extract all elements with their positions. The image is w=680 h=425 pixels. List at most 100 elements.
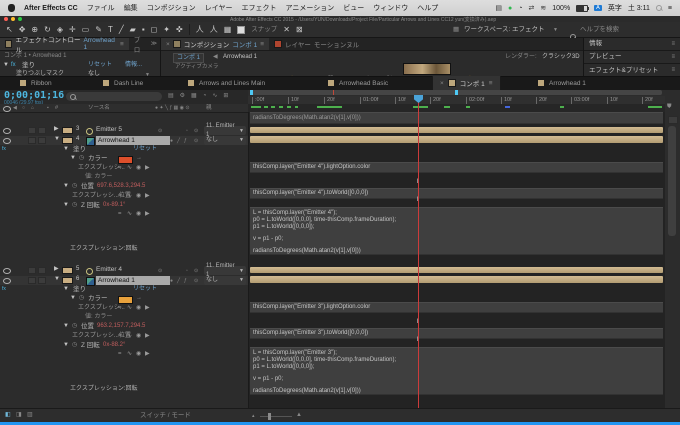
effect-about-link[interactable]: 情報... bbox=[125, 62, 142, 69]
type-tool[interactable]: T bbox=[108, 23, 113, 37]
expand-icon[interactable]: ▶ bbox=[54, 126, 59, 133]
audio-column-icon[interactable]: ◀ bbox=[13, 105, 17, 111]
source-name-column-header[interactable]: ソース名 bbox=[88, 105, 110, 111]
expression-menu-icon[interactable]: ▶ bbox=[145, 305, 150, 312]
switch-cell[interactable] bbox=[38, 277, 46, 284]
comp-marker-icon[interactable]: ⛊ bbox=[667, 104, 672, 111]
layer-duration-bar[interactable] bbox=[250, 276, 663, 283]
snap-checkbox[interactable] bbox=[237, 26, 245, 34]
snap-option-icon[interactable]: ✕ bbox=[283, 23, 290, 37]
expand-icon[interactable]: ▶ bbox=[54, 266, 59, 273]
table-row-selected[interactable]: ▼ 4 Arrowhead 1 ● ╱ ƒ ⊙ なし▼ bbox=[0, 136, 248, 145]
timeline-search-input[interactable] bbox=[66, 92, 162, 101]
line-tool[interactable]: ╱ bbox=[119, 23, 124, 37]
renderer-value[interactable]: クラシック3D bbox=[542, 54, 580, 61]
switch-cell[interactable] bbox=[28, 127, 36, 134]
expression-enable-icon[interactable]: = bbox=[118, 351, 122, 358]
expand-transfer-controls-icon[interactable]: ◨ bbox=[16, 412, 22, 419]
expression-row-rotation[interactable]: = ∿ ◉ ▶ bbox=[0, 211, 248, 220]
menu-animation[interactable]: アニメーション bbox=[285, 3, 334, 13]
switch-cell[interactable] bbox=[28, 277, 36, 284]
effect-row[interactable]: fx ▼ 塗り リセット bbox=[0, 146, 248, 155]
expression-menu-icon[interactable]: ▶ bbox=[145, 193, 150, 200]
tab-arrowhead-basic[interactable]: Arrowhead Basic bbox=[320, 76, 395, 90]
switch-icon[interactable]: ƒ bbox=[184, 278, 187, 284]
expression-graph-icon[interactable]: ∿ bbox=[127, 193, 132, 200]
rotation-value[interactable]: 0x-89.1° bbox=[103, 202, 125, 209]
switches-modes-toggle[interactable]: スイッチ / モード bbox=[140, 412, 191, 420]
puppet-pin-tool[interactable]: ✜ bbox=[176, 23, 183, 37]
spotlight-icon[interactable] bbox=[656, 5, 662, 11]
grid-tool-icon[interactable]: ▦ bbox=[224, 23, 232, 37]
stopwatch-icon[interactable]: ◷ bbox=[72, 202, 77, 209]
minimize-window-button[interactable] bbox=[11, 17, 15, 21]
switch-cell[interactable] bbox=[38, 127, 46, 134]
expression-enable-icon[interactable]: = bbox=[118, 211, 122, 218]
menu-edit[interactable]: 編集 bbox=[124, 3, 138, 13]
panel-menu-icon[interactable]: ≡ bbox=[120, 41, 124, 48]
shape-tool[interactable]: ▭ bbox=[82, 23, 90, 37]
effect-reset-link[interactable]: リセット bbox=[88, 62, 112, 69]
expression-row-rotation[interactable]: = ∿ ◉ ▶ bbox=[0, 351, 248, 360]
switch-icon[interactable]: ⊙ bbox=[194, 138, 198, 144]
expression-row-color[interactable]: エクスプレッシ... = ∿ ◉ ▶ bbox=[0, 305, 248, 314]
tab-arrowhead-1[interactable]: Arrowhead 1 bbox=[530, 76, 593, 90]
expression-field-position[interactable]: thisComp.layer("Emitter 3").toWorld([0,0… bbox=[250, 328, 663, 339]
zoom-out-mountain-icon[interactable]: ▴ bbox=[252, 413, 255, 419]
switch-icon[interactable]: ● bbox=[170, 138, 173, 144]
layer-duration-bar[interactable] bbox=[250, 267, 663, 274]
switch-icon[interactable]: ⊙ bbox=[158, 128, 162, 134]
help-search-input[interactable]: ヘルプを検索 bbox=[580, 26, 619, 34]
parent-dropdown[interactable]: 11. Emitter 1▼ bbox=[204, 266, 246, 275]
menu-help[interactable]: ヘルプ bbox=[417, 3, 438, 13]
eraser-tool[interactable]: ◻ bbox=[151, 23, 158, 37]
effect-name[interactable]: 塗り bbox=[22, 62, 35, 70]
puppet-figure-icon-2[interactable]: 人 bbox=[210, 23, 218, 37]
switch-icon[interactable]: ƒ bbox=[184, 138, 187, 144]
switch-cell[interactable] bbox=[38, 137, 46, 144]
video-column-icon[interactable] bbox=[3, 106, 11, 112]
menubar-clock[interactable]: 土 3:11 bbox=[628, 3, 650, 13]
pick-whip-icon[interactable]: ◉ bbox=[136, 165, 141, 172]
selection-tool[interactable]: ↖ bbox=[6, 23, 13, 37]
input-method-label[interactable]: 英字 bbox=[608, 3, 622, 13]
layer-duration-bar[interactable] bbox=[250, 127, 663, 134]
zoom-in-mountain-icon[interactable]: ▲ bbox=[296, 412, 302, 419]
zoom-window-button[interactable] bbox=[18, 17, 22, 21]
viewer-lock-icon[interactable]: ◀ bbox=[213, 54, 218, 61]
panel-menu-icon[interactable]: ≡ bbox=[489, 80, 493, 87]
rotation-value[interactable]: 0x-88.2° bbox=[103, 342, 125, 349]
layer-name-selected[interactable]: Arrowhead 1 bbox=[96, 136, 170, 145]
parent-column-header[interactable]: 親 bbox=[206, 105, 212, 111]
expression-field-rotation[interactable]: L = thisComp.layer("Emitter 4"); p0 = L.… bbox=[250, 207, 663, 255]
app-menu[interactable]: After Effects CC bbox=[24, 5, 78, 12]
panel-info[interactable]: 情報 ≡ bbox=[584, 38, 680, 51]
expression-menu-icon[interactable]: ▶ bbox=[145, 351, 150, 358]
expression-graph-icon[interactable]: ∿ bbox=[127, 165, 132, 172]
expression-field-rotation[interactable]: L = thisComp.layer("Emitter 3"); p0 = L.… bbox=[250, 347, 663, 395]
effect-name[interactable]: 塗り bbox=[73, 146, 86, 154]
navigator-start-handle[interactable] bbox=[250, 90, 253, 95]
menu-window[interactable]: ウィンドウ bbox=[373, 3, 408, 13]
keyframe-ibeam[interactable]: I bbox=[414, 179, 421, 185]
effect-expand-icon[interactable]: ▼ bbox=[3, 62, 9, 69]
color-swatch[interactable] bbox=[118, 156, 133, 164]
expression-enable-icon[interactable]: = bbox=[118, 193, 122, 200]
visibility-eye-icon[interactable] bbox=[3, 128, 11, 134]
switch-cell[interactable] bbox=[28, 137, 36, 144]
pen-tool[interactable]: ✎ bbox=[95, 23, 102, 37]
expand-icon[interactable]: ▼ bbox=[63, 202, 69, 209]
panel-menu-icon[interactable]: ≡ bbox=[671, 41, 675, 48]
property-row-zrotation[interactable]: ▼ ◷ Z 回転 0x-88.2° bbox=[0, 342, 248, 351]
puppet-figure-icon[interactable]: 人 bbox=[196, 23, 204, 37]
property-row-position[interactable]: ▼ ◷ 位置 697.6,528.3,294.5 bbox=[0, 183, 248, 192]
stopwatch-icon[interactable]: ◷ bbox=[72, 183, 77, 190]
visibility-eye-icon[interactable] bbox=[3, 138, 11, 144]
workspace-dropdown-icon[interactable]: ▼ bbox=[553, 27, 558, 33]
expand-layer-switches-icon[interactable]: ◧ bbox=[5, 412, 11, 419]
layer-name[interactable]: Emitter 5 bbox=[96, 126, 122, 134]
expression-menu-icon[interactable]: ▶ bbox=[145, 333, 150, 340]
switch-cell[interactable] bbox=[28, 267, 36, 274]
reset-link[interactable]: リセット bbox=[133, 146, 157, 153]
keyframe-ibeam[interactable]: I bbox=[414, 197, 421, 203]
